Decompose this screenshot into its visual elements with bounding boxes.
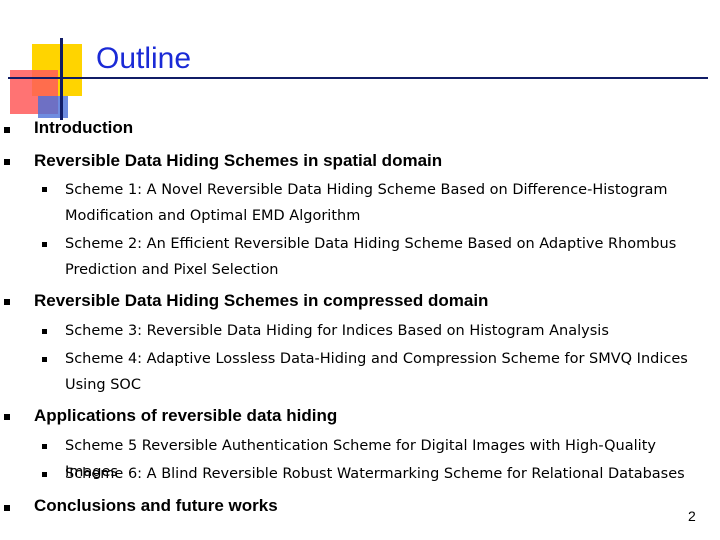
scheme-name: Scheme 6: bbox=[65, 466, 143, 482]
sub-bullet-icon bbox=[42, 329, 47, 334]
outline-item-introduction: Introduction bbox=[34, 118, 134, 137]
bullet-icon bbox=[4, 505, 10, 511]
scheme-text: A Blind Reversible Robust Watermarking S… bbox=[142, 466, 685, 482]
scheme-text: A Novel Reversible Data Hiding Scheme Ba… bbox=[65, 182, 668, 224]
slide-logo bbox=[0, 0, 708, 130]
scheme-name: Scheme 3 bbox=[65, 323, 138, 339]
outline-item-applications: Applications of reversible data hiding bbox=[34, 406, 338, 425]
bullet-icon bbox=[4, 159, 10, 165]
scheme-name: Scheme 4: bbox=[65, 351, 143, 367]
scheme-item-4: Scheme 4: Adaptive Lossless Data-Hiding … bbox=[65, 346, 705, 398]
outline-item-conclusions: Conclusions and future works bbox=[34, 496, 278, 515]
sub-bullet-icon bbox=[42, 187, 47, 192]
scheme-text: An Efficient Reversible Data Hiding Sche… bbox=[65, 236, 677, 278]
scheme-item-2: Scheme 2: An Efficient Reversible Data H… bbox=[65, 231, 705, 283]
sub-bullet-icon bbox=[42, 357, 47, 362]
sub-bullet-icon bbox=[42, 444, 47, 449]
scheme-item-1: Scheme 1: A Novel Reversible Data Hiding… bbox=[65, 177, 705, 229]
logo-blue-square bbox=[38, 96, 68, 118]
bullet-icon bbox=[4, 414, 10, 420]
slide-title: Outline bbox=[96, 42, 192, 75]
scheme-text: Adaptive Lossless Data-Hiding and Compre… bbox=[65, 351, 688, 393]
scheme-name: Scheme 1: bbox=[65, 182, 143, 198]
scheme-text: : Reversible Data Hiding for Indices Bas… bbox=[137, 323, 609, 339]
scheme-item-6: Scheme 6: A Blind Reversible Robust Wate… bbox=[65, 461, 705, 487]
title-underline bbox=[8, 77, 708, 79]
scheme-name: Scheme 5 bbox=[65, 438, 138, 454]
sub-bullet-icon bbox=[42, 472, 47, 477]
page-number: 2 bbox=[688, 508, 696, 524]
bullet-icon bbox=[4, 299, 10, 305]
bullet-icon bbox=[4, 127, 10, 133]
outline-item-spatial-domain: Reversible Data Hiding Schemes in spatia… bbox=[34, 151, 443, 170]
outline-item-compressed-domain: Reversible Data Hiding Schemes in compre… bbox=[34, 291, 489, 310]
sub-bullet-icon bbox=[42, 242, 47, 247]
logo-vertical-line bbox=[60, 38, 63, 120]
scheme-name: Scheme 2: bbox=[65, 236, 143, 252]
scheme-item-3: Scheme 3: Reversible Data Hiding for Ind… bbox=[65, 318, 705, 344]
